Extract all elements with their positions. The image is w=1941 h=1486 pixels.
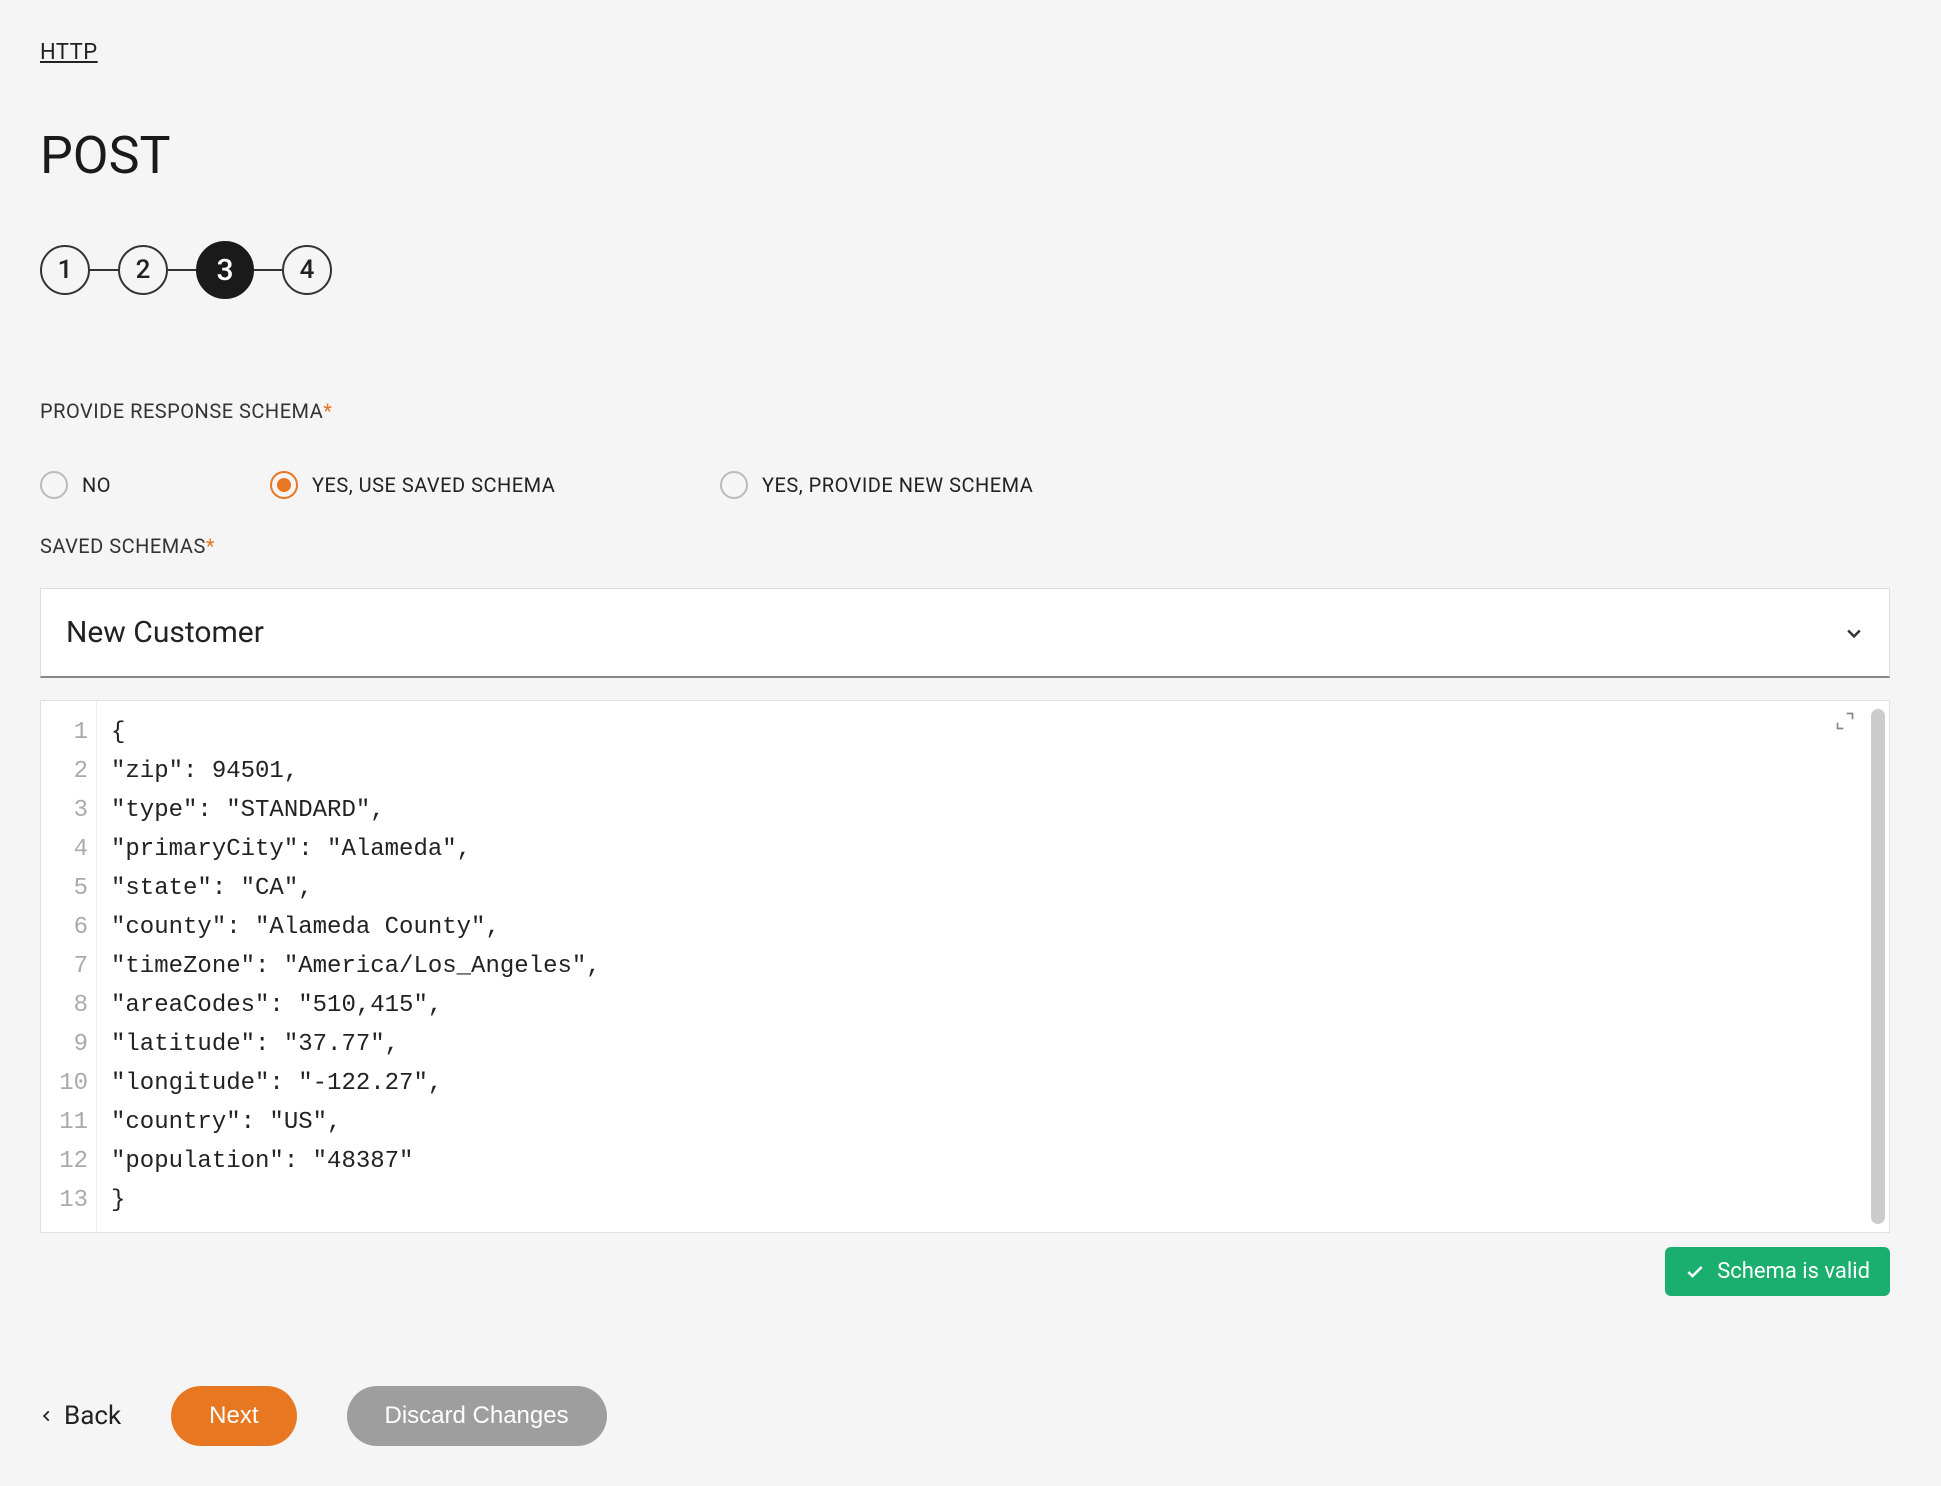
required-indicator: * bbox=[323, 399, 332, 423]
code-content[interactable]: {"zip": 94501,"type": "STANDARD","primar… bbox=[97, 701, 1889, 1232]
page-title: POST bbox=[40, 125, 1901, 186]
saved-schemas-label: SAVED SCHEMAS* bbox=[40, 534, 1901, 558]
step-connector bbox=[90, 269, 118, 271]
step-4[interactable]: 4 bbox=[282, 245, 332, 295]
radio-icon bbox=[720, 471, 748, 499]
radio-new-label: YES, PROVIDE NEW SCHEMA bbox=[762, 473, 1033, 497]
step-connector bbox=[168, 269, 196, 271]
radio-icon bbox=[270, 471, 298, 499]
step-indicator: 1 2 3 4 bbox=[40, 241, 1901, 299]
step-1[interactable]: 1 bbox=[40, 245, 90, 295]
line-numbers: 12345678910111213 bbox=[41, 701, 97, 1232]
step-connector bbox=[254, 269, 282, 271]
step-2[interactable]: 2 bbox=[118, 245, 168, 295]
response-schema-label: PROVIDE RESPONSE SCHEMA* bbox=[40, 399, 1901, 423]
radio-use-saved[interactable]: YES, USE SAVED SCHEMA bbox=[270, 471, 720, 499]
next-button[interactable]: Next bbox=[171, 1386, 296, 1446]
select-value: New Customer bbox=[66, 615, 264, 650]
chevron-left-icon bbox=[40, 1405, 54, 1427]
radio-no-label: NO bbox=[82, 473, 111, 497]
radio-no[interactable]: NO bbox=[40, 471, 270, 499]
saved-schemas-select[interactable]: New Customer bbox=[40, 588, 1890, 678]
required-indicator: * bbox=[206, 534, 215, 558]
schema-valid-badge: Schema is valid bbox=[1665, 1247, 1890, 1296]
breadcrumb[interactable]: HTTP bbox=[40, 40, 98, 65]
check-icon bbox=[1685, 1262, 1705, 1282]
chevron-down-icon bbox=[1844, 623, 1864, 643]
radio-new-schema[interactable]: YES, PROVIDE NEW SCHEMA bbox=[720, 471, 1033, 499]
expand-icon[interactable] bbox=[1835, 711, 1855, 735]
radio-use-saved-label: YES, USE SAVED SCHEMA bbox=[312, 473, 555, 497]
schema-editor[interactable]: 12345678910111213 {"zip": 94501,"type": … bbox=[40, 700, 1890, 1233]
scrollbar[interactable] bbox=[1871, 709, 1885, 1224]
radio-icon bbox=[40, 471, 68, 499]
back-button[interactable]: Back bbox=[40, 1401, 121, 1431]
step-3[interactable]: 3 bbox=[196, 241, 254, 299]
discard-button[interactable]: Discard Changes bbox=[347, 1386, 607, 1446]
